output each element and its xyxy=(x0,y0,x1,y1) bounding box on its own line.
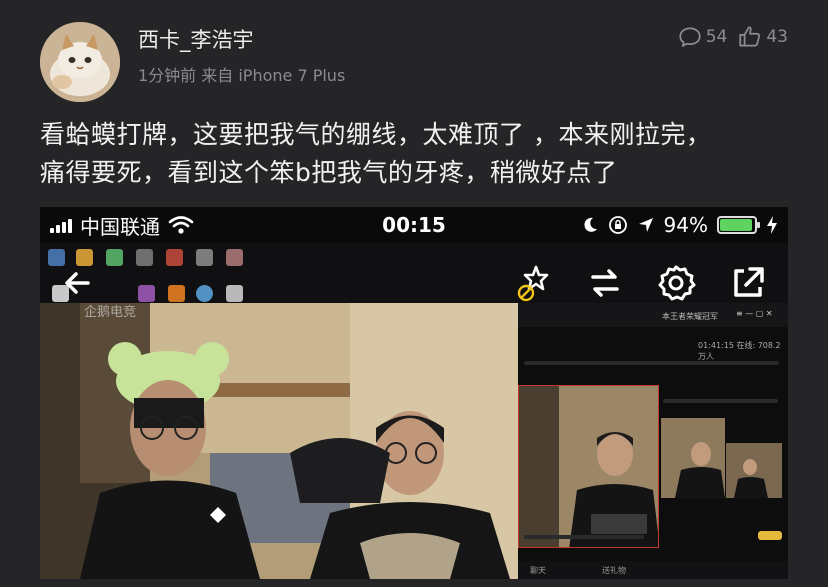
status-time: 00:15 xyxy=(382,213,446,237)
desktop-app-icon xyxy=(106,249,123,266)
gift-button[interactable] xyxy=(758,531,782,540)
window-controls-icon: ≡ — ▢ ✕ xyxy=(736,309,773,318)
desktop-app-icon xyxy=(166,249,183,266)
open-external-button[interactable] xyxy=(728,263,768,307)
gift-tab[interactable]: 送礼物 xyxy=(602,565,626,576)
online-count: 01:41:15 在线: 708.2万人 xyxy=(698,341,781,361)
rotate-button[interactable] xyxy=(585,263,625,307)
side-header-title: 本王者荣耀冠军 xyxy=(662,312,718,321)
post-text-line: 痛得要死，看到这个笨b把我气的牙疼，稍微好点了 xyxy=(40,158,618,187)
back-arrow-icon xyxy=(65,272,90,294)
desktop-app-icon xyxy=(226,249,243,266)
battery-fill xyxy=(720,219,752,231)
battery-icon xyxy=(717,216,760,234)
post-stats: 54 43 xyxy=(677,24,788,50)
side-footer: 聊天 送礼物 xyxy=(518,561,788,579)
desktop-app-icon xyxy=(226,285,243,302)
stream-mini-thumbnail xyxy=(661,418,725,498)
cat-avatar-image xyxy=(40,22,120,102)
avatar[interactable] xyxy=(40,22,120,102)
external-link-icon xyxy=(734,267,764,297)
mini-scene xyxy=(726,443,782,498)
post-meta: 1分钟前 来自 iPhone 7 Plus xyxy=(138,66,346,85)
mini-scene xyxy=(661,418,725,498)
desktop-app-icon xyxy=(138,285,155,302)
comment-count: 54 xyxy=(705,27,728,47)
video-feed[interactable] xyxy=(40,303,518,579)
desktop-app-icon xyxy=(196,285,213,302)
thumbs-up-icon xyxy=(739,26,761,47)
phone-status-bar: 中国联通 00:15 94% xyxy=(40,207,788,243)
wand-off-icon xyxy=(517,265,549,302)
gear-icon xyxy=(658,265,696,301)
watermark: 企鹅电竞 xyxy=(84,305,137,320)
divider xyxy=(524,361,779,365)
divider xyxy=(663,399,778,403)
comment-stat[interactable]: 54 xyxy=(677,24,728,50)
comment-icon xyxy=(679,27,701,48)
desktop-app-icon xyxy=(196,249,213,266)
stream-side-panel: 本王者荣耀冠军 ≡ — ▢ ✕ 01:41:15 在线: 708.2万人 聊天 … xyxy=(518,303,788,579)
desktop-app-icon xyxy=(168,285,185,302)
settings-button[interactable] xyxy=(656,263,696,307)
effect-toggle-button[interactable] xyxy=(514,263,554,307)
like-stat[interactable]: 43 xyxy=(737,24,788,50)
post-text: 看蛤蟆打牌，这要把我气的绷线，太难顶了 ，本来刚拉完， 痛得要死，看到这个笨b把… xyxy=(40,116,800,192)
side-header: 本王者荣耀冠军 ≡ — ▢ ✕ xyxy=(518,303,788,327)
chat-tab[interactable]: 聊天 xyxy=(530,565,546,576)
post-text-line: 看蛤蟆打牌，这要把我气的绷线，太难顶了 ，本来刚拉完， xyxy=(40,120,712,149)
username[interactable]: 西卡_李浩宇 xyxy=(138,24,254,54)
stream-mini-thumbnail xyxy=(726,443,782,498)
attached-screenshot[interactable]: 中国联通 00:15 94% 企鹅电竞 本王者荣耀冠军 ≡ — ▢ ✕ 01:4… xyxy=(40,207,788,579)
stream-thumbnail[interactable] xyxy=(518,385,659,548)
desktop-app-icon xyxy=(136,249,153,266)
webcam-scene xyxy=(40,303,518,579)
divider xyxy=(524,535,644,539)
rotate-icon xyxy=(591,269,619,297)
thumbnail-scene xyxy=(519,386,658,547)
like-count: 43 xyxy=(766,27,788,47)
